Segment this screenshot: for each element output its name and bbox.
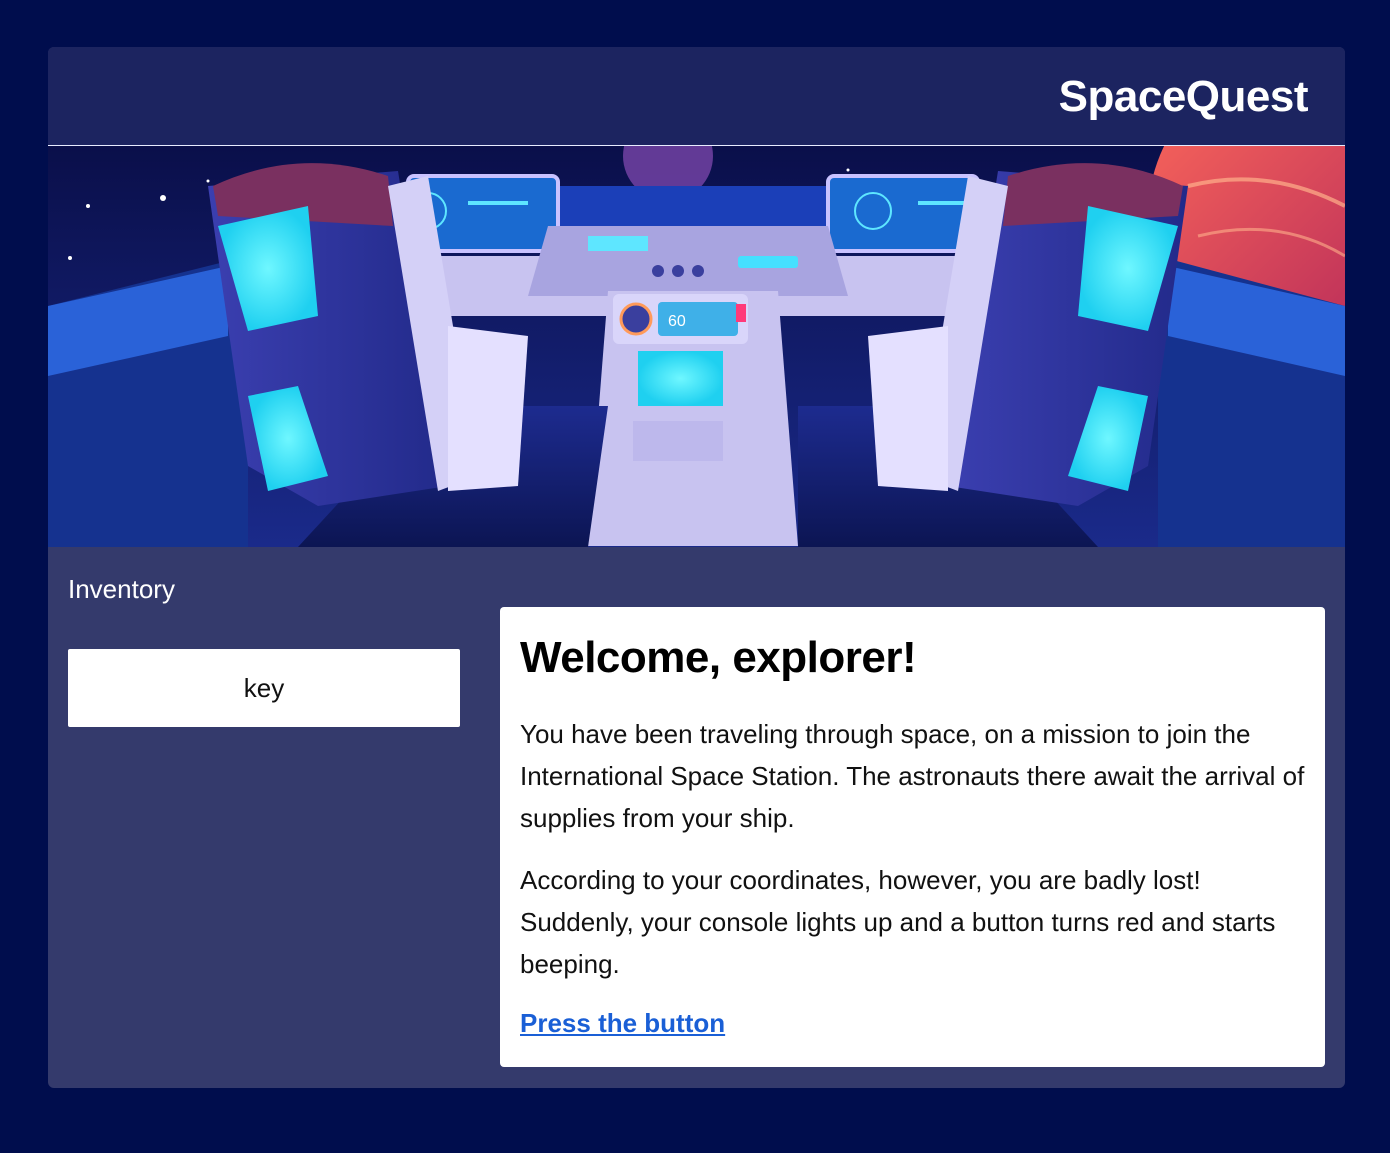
story-title: Welcome, explorer! — [520, 633, 917, 682]
cockpit-banner-image: 60 — [48, 146, 1345, 547]
game-panel: SpaceQuest 60 Inventory key Welcome, exp… — [48, 47, 1345, 1088]
press-button-link[interactable]: Press the button — [520, 1008, 725, 1039]
inventory-title: Inventory — [68, 574, 175, 604]
header: SpaceQuest — [48, 47, 1345, 146]
story-paragraph: According to your coordinates, however, … — [520, 865, 1276, 979]
inventory-item-key[interactable]: key — [68, 649, 460, 727]
story-paragraph: You have been traveling through space, o… — [520, 719, 1305, 833]
gauge-readout: 60 — [668, 313, 686, 330]
brand-title: SpaceQuest — [1058, 72, 1309, 121]
story-card: Welcome, explorer! You have been traveli… — [500, 607, 1325, 1067]
